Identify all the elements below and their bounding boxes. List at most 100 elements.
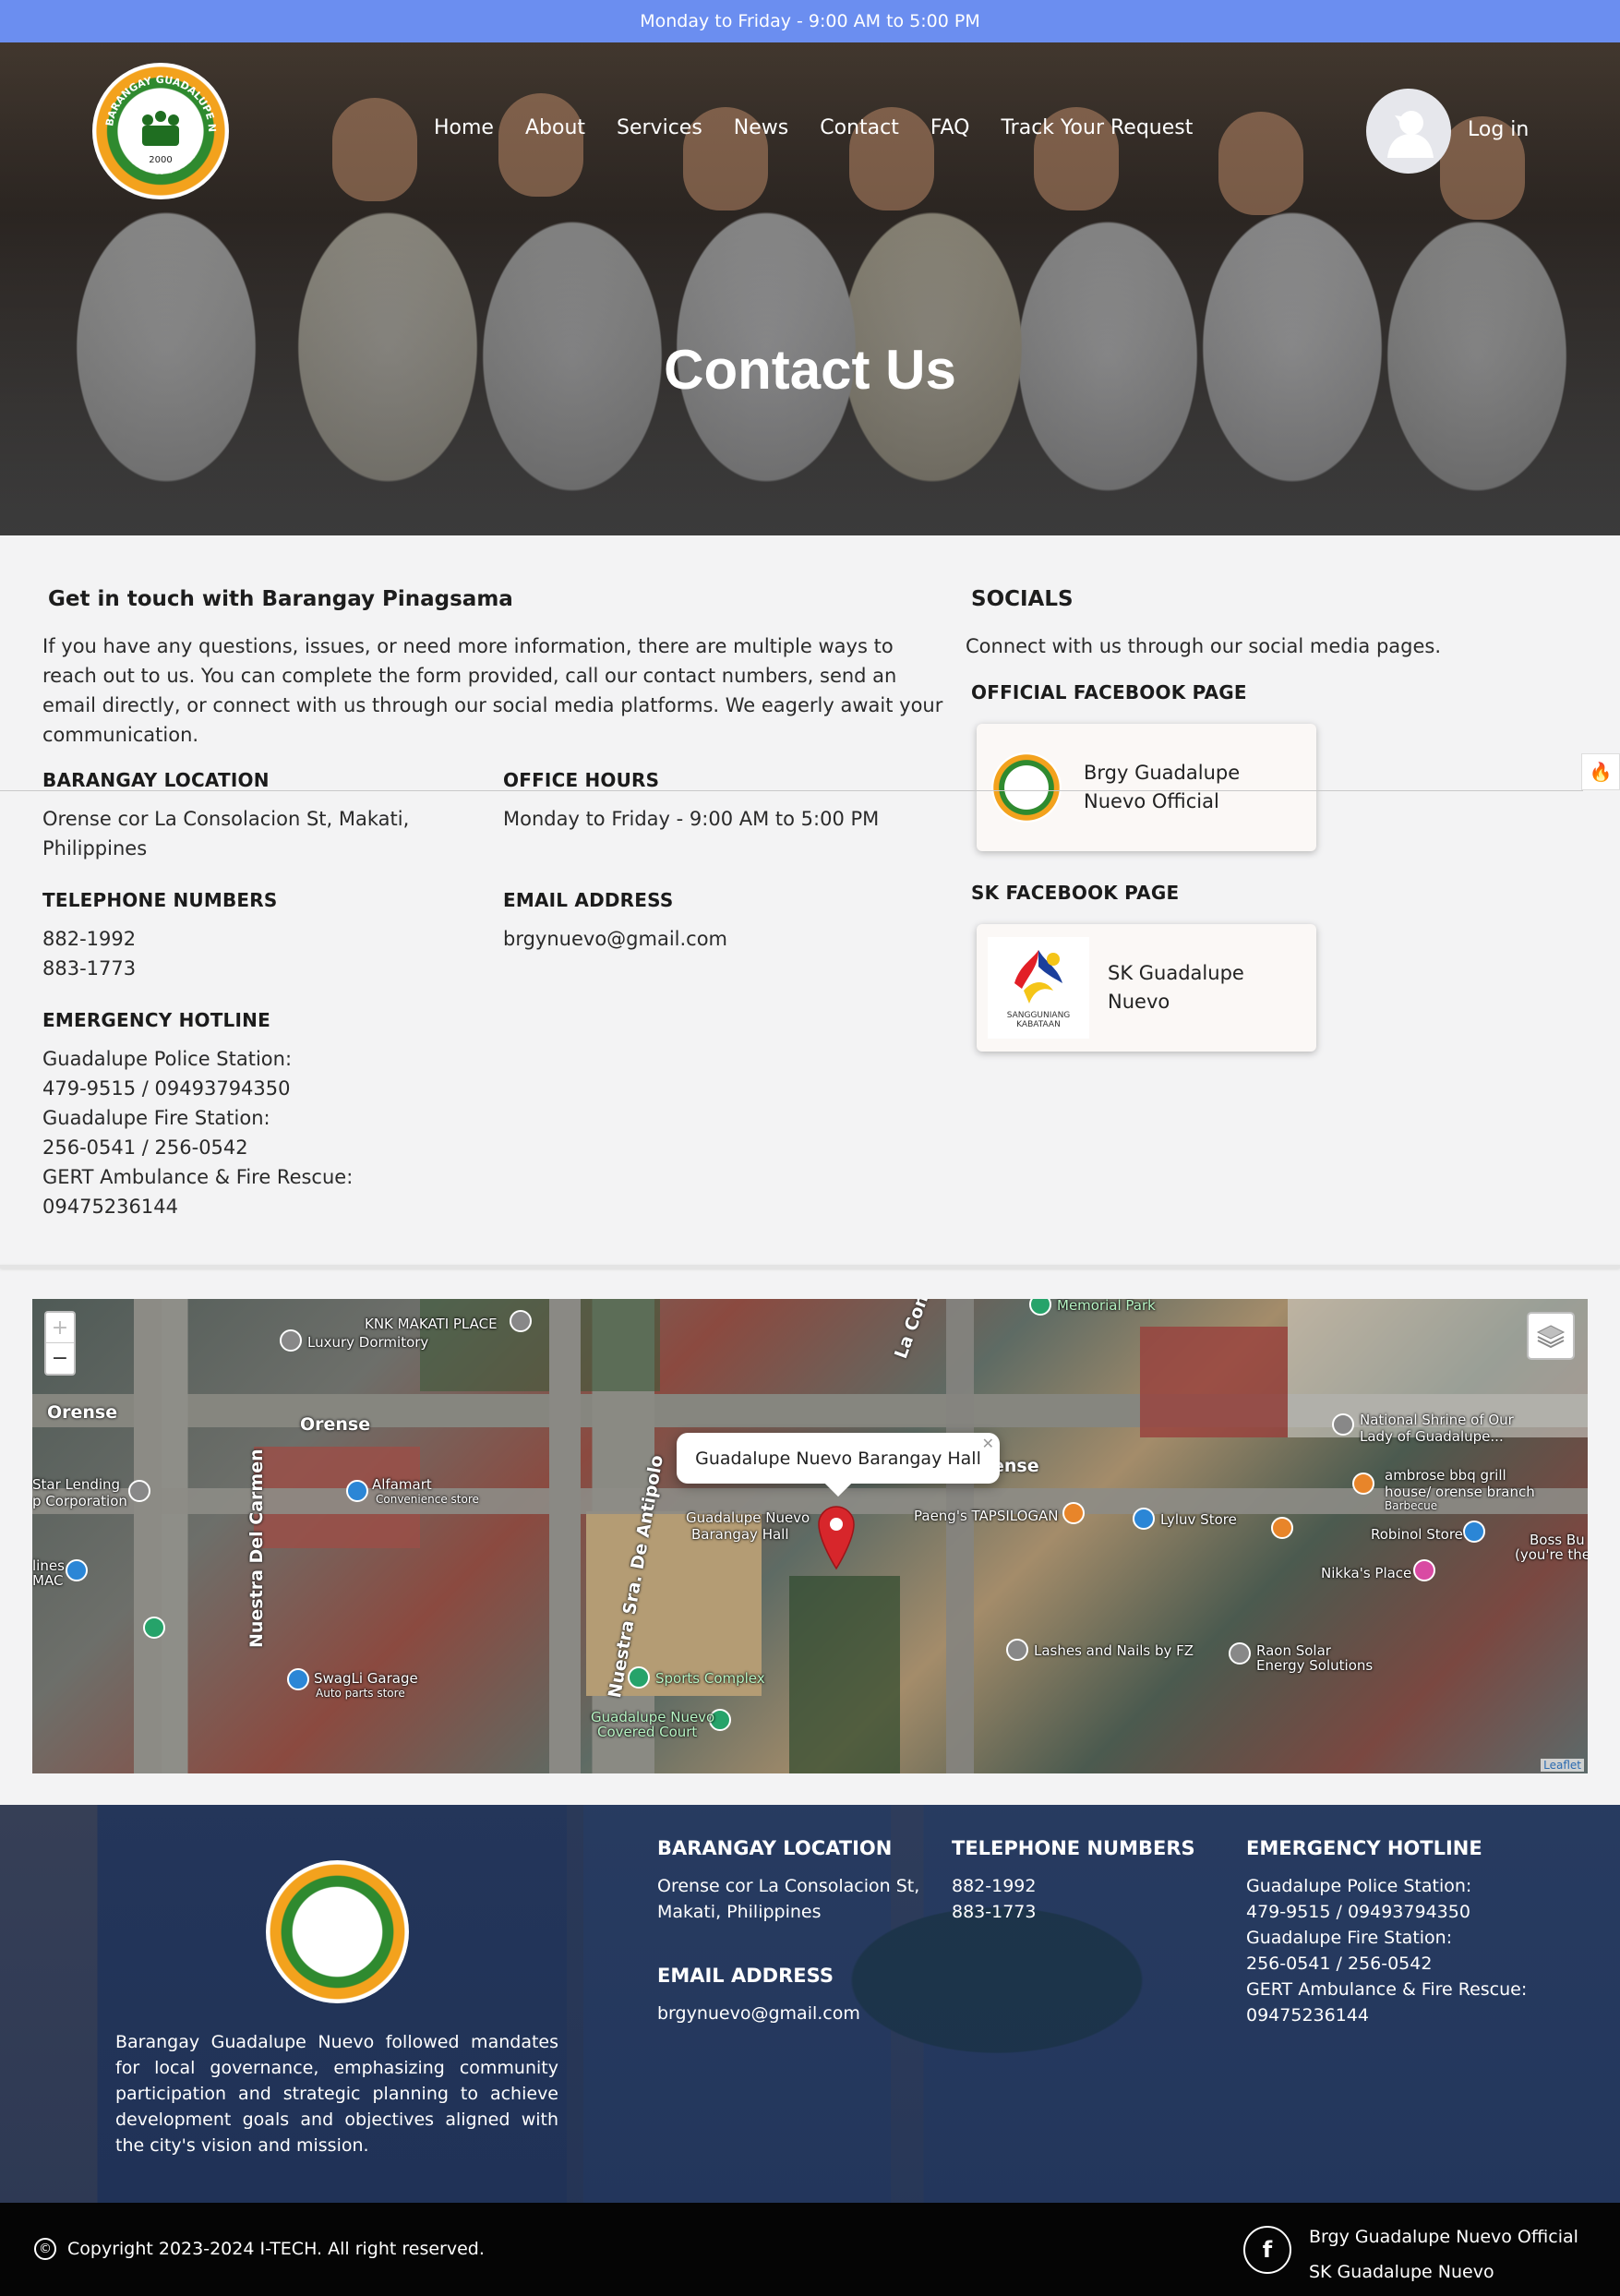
footer-emergency-line: Guadalupe Police Station:	[1246, 1876, 1472, 1896]
nav-services[interactable]: Services	[617, 116, 702, 139]
footer-emergency-line: 09475236144	[1246, 2005, 1369, 2026]
zoom-out-button[interactable]: −	[46, 1343, 74, 1374]
poi-pin[interactable]	[1133, 1508, 1155, 1530]
poi-pin[interactable]	[128, 1480, 150, 1502]
poi-pin[interactable]	[287, 1668, 309, 1690]
poi-label: Sports Complex	[655, 1670, 765, 1687]
map-popup: Guadalupe Nuevo Barangay Hall ✕	[677, 1433, 1000, 1497]
poi-pin[interactable]	[1062, 1502, 1085, 1524]
contact-intro: If you have any questions, issues, or ne…	[42, 635, 943, 746]
footer-location-label: BARANGAY LOCATION	[657, 1837, 893, 1859]
poi-label: Alfamart	[372, 1476, 432, 1493]
footer-emergency-line: Guadalupe Fire Station:	[1246, 1928, 1453, 1948]
zoom-in-button[interactable]: +	[46, 1313, 74, 1343]
emergency-line: 09475236144	[42, 1196, 178, 1218]
poi-pin[interactable]	[280, 1329, 302, 1352]
facebook-icon[interactable]: f	[1243, 2226, 1291, 2274]
top-hours-text: Monday to Friday - 9:00 AM to 5:00 PM	[640, 11, 980, 31]
poi-pin[interactable]	[628, 1666, 650, 1689]
sk-fb-label: SK FACEBOOK PAGE	[971, 882, 1180, 904]
footer-fb-sk-link[interactable]: SK Guadalupe Nuevo	[1309, 2254, 1578, 2290]
copyright-text: Copyright 2023-2024 I-TECH. All right re…	[67, 2239, 485, 2259]
emergency-line: Guadalupe Fire Station:	[42, 1107, 270, 1129]
poi-pin[interactable]	[510, 1310, 532, 1332]
footer-emergency-label: EMERGENCY HOTLINE	[1246, 1837, 1482, 1859]
user-avatar[interactable]	[1366, 89, 1451, 174]
map-trees	[420, 1299, 660, 1391]
poi-pin[interactable]	[1006, 1639, 1028, 1661]
poi-label: house/ orense branch	[1385, 1484, 1535, 1500]
map-building	[1140, 1327, 1288, 1437]
poi-pin[interactable]	[1332, 1413, 1354, 1436]
emergency-line: 479-9515 / 09493794350	[42, 1077, 291, 1100]
section-separator	[0, 1265, 1620, 1268]
sk-logo: SANGGUNIANG KABATAAN	[988, 937, 1089, 1039]
page-title: Contact Us	[664, 339, 956, 401]
emergency-line: 256-0541 / 256-0542	[42, 1136, 248, 1159]
popup-close-icon[interactable]: ✕	[982, 1435, 994, 1452]
leaflet-attribution[interactable]: Leaflet	[1541, 1759, 1584, 1772]
poi-pin[interactable]	[1229, 1642, 1251, 1665]
poi-label: Star Lending	[32, 1476, 121, 1493]
nav-about[interactable]: About	[525, 116, 585, 139]
poi-label: MAC	[32, 1572, 64, 1589]
telephone-1[interactable]: 882-1992	[42, 924, 136, 954]
copyright: © Copyright 2023-2024 I-TECH. All right …	[34, 2238, 485, 2260]
contact-heading: Get in touch with Barangay Pinagsama	[48, 587, 513, 611]
poi-pin[interactable]	[66, 1559, 88, 1581]
email-link[interactable]: brgynuevo@gmail.com	[503, 924, 727, 954]
poi-pin[interactable]	[1029, 1299, 1051, 1316]
nav-news[interactable]: News	[734, 116, 788, 139]
footer-fb-official-link[interactable]: Brgy Guadalupe Nuevo Official	[1309, 2219, 1578, 2254]
main-nav: Home About Services News Contact FAQ Tra…	[434, 116, 1193, 139]
poi-pin[interactable]	[1271, 1517, 1293, 1539]
sk-emblem-icon	[1014, 950, 1062, 1004]
telephone-2[interactable]: 883-1773	[42, 954, 136, 983]
footer-about-text: Barangay Guadalupe Nuevo followed mandat…	[115, 2032, 558, 2156]
footer-emergency-line: GERT Ambulance & Fire Rescue:	[1246, 1979, 1528, 2000]
footer-telephone-label: TELEPHONE NUMBERS	[952, 1837, 1195, 1859]
socials-heading: SOCIALS	[971, 587, 1074, 611]
layers-button[interactable]	[1527, 1312, 1575, 1360]
poi-label: Covered Court	[597, 1724, 698, 1740]
poi-pin[interactable]	[1352, 1473, 1374, 1495]
fb-card-logo	[991, 752, 1062, 823]
poi-label: KNK MAKATI PLACE	[365, 1316, 498, 1332]
poi-pin[interactable]	[1463, 1521, 1485, 1543]
sk-fb-name: SK Guadalupe Nuevo	[1108, 962, 1244, 1013]
flame-icon[interactable]: 🔥	[1581, 753, 1620, 790]
poi-label: (you're the bo	[1515, 1546, 1588, 1563]
poi-label: Paeng's TAPSILOGAN	[914, 1508, 1059, 1524]
location-map[interactable]: Orense Orense ense La Consolacion Nuestr…	[32, 1299, 1588, 1773]
location-marker-icon[interactable]	[817, 1504, 856, 1570]
footer-email-link[interactable]: brgynuevo@gmail.com	[657, 2001, 860, 2026]
poi-label: Nikka's Place	[1321, 1565, 1412, 1581]
popup-title: Guadalupe Nuevo Barangay Hall	[695, 1448, 981, 1469]
nav-track-request[interactable]: Track Your Request	[1001, 116, 1193, 139]
footer-fb-links: Brgy Guadalupe Nuevo Official SK Guadalu…	[1309, 2219, 1578, 2290]
nav-contact[interactable]: Contact	[820, 116, 899, 139]
emergency-line: GERT Ambulance & Fire Rescue:	[42, 1166, 354, 1188]
nav-home[interactable]: Home	[434, 116, 494, 139]
nav-faq[interactable]: FAQ	[930, 116, 970, 139]
poi-pin[interactable]	[143, 1617, 165, 1639]
official-fb-card[interactable]: Brgy Guadalupe Nuevo Official	[977, 724, 1316, 851]
poi-pin[interactable]	[1413, 1559, 1435, 1581]
office-hours-label: OFFICE HOURS	[503, 769, 660, 791]
logo-emblem: BARANGAY GUADALUPE NUEVO CITY OF MAKATI …	[88, 54, 218, 177]
poi-label: Memorial Park	[1057, 1299, 1156, 1314]
user-silhouette-icon	[1387, 111, 1434, 158]
layers-icon	[1536, 1325, 1566, 1349]
street-label: Orense	[300, 1414, 371, 1435]
poi-label: Auto parts store	[316, 1687, 405, 1700]
poi-label: Lyluv Store	[1160, 1511, 1237, 1528]
footer-telephone-2[interactable]: 883-1773	[952, 1899, 1036, 1925]
footer-telephone-1[interactable]: 882-1992	[952, 1873, 1036, 1899]
sk-fb-card[interactable]: SANGGUNIANG KABATAAN SK Guadalupe Nuevo	[977, 924, 1316, 1052]
map-trees	[789, 1576, 900, 1773]
poi-label: Convenience store	[376, 1493, 479, 1506]
login-link[interactable]: Log in	[1468, 118, 1529, 141]
barangay-logo[interactable]: BARANGAY GUADALUPE NUEVO CITY OF MAKATI …	[88, 54, 229, 199]
location-label: BARANGAY LOCATION	[42, 769, 270, 791]
poi-pin[interactable]	[346, 1480, 368, 1502]
